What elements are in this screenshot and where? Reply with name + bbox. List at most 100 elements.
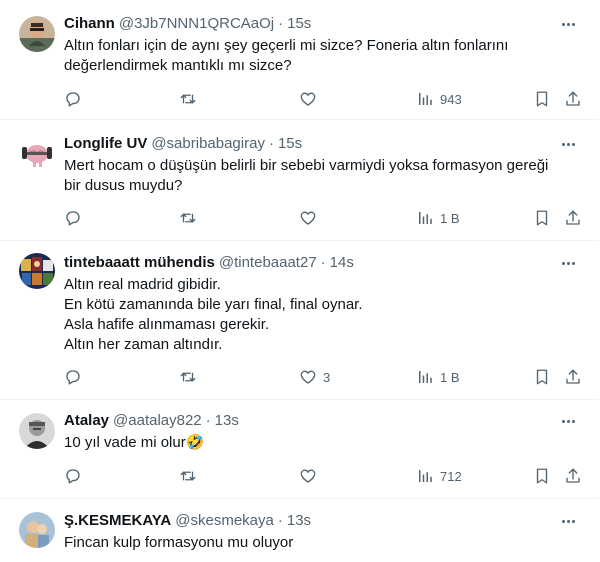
share-icon xyxy=(566,369,580,384)
reply-icon xyxy=(66,211,80,226)
more-icon[interactable] xyxy=(558,411,578,431)
retweet-button[interactable] xyxy=(179,89,197,109)
share-icon xyxy=(566,91,580,106)
timestamp[interactable]: 13s xyxy=(287,512,311,529)
author-name[interactable]: tintebaaatt mühendis xyxy=(64,254,215,271)
share-icon xyxy=(566,468,580,483)
tweet[interactable]: Atalay @aatalay822 · 13s 10 yıl vade mi olu… xyxy=(0,400,598,499)
reply-icon xyxy=(66,92,80,107)
tweet-text: 10 yıl vade mi olur🤣 xyxy=(64,433,568,453)
views-button[interactable]: 712 xyxy=(416,466,462,486)
author-name[interactable]: Longlife UV xyxy=(64,135,147,152)
more-icon[interactable] xyxy=(558,511,578,531)
author-handle[interactable]: @3Jb7NNN1QRCAaOj xyxy=(119,15,274,32)
author-name[interactable]: Cihann xyxy=(64,15,115,32)
like-icon xyxy=(300,92,316,106)
views-button[interactable]: 1 B xyxy=(416,208,460,228)
separator-dot: · xyxy=(320,254,326,271)
tweet-text: Altın fonları için de aynı şey geçerli m… xyxy=(64,36,568,76)
avatar[interactable] xyxy=(19,135,55,171)
more-icon[interactable] xyxy=(558,134,578,154)
tweet-feed: Cihann @3Jb7NNN1QRCAaOj · 15s Altın fonları… xyxy=(0,0,600,562)
like-count: 3 xyxy=(323,369,331,385)
like-button[interactable] xyxy=(299,466,323,486)
retweet-icon xyxy=(180,471,196,481)
more-icon[interactable] xyxy=(558,14,578,34)
avatar[interactable] xyxy=(19,512,55,548)
bookmark-icon xyxy=(536,468,548,484)
tweet-text-line: değerlendirmek mantıklı mı sizce? xyxy=(64,57,292,74)
avatar[interactable] xyxy=(19,413,55,449)
bookmark-button[interactable] xyxy=(533,466,551,486)
reply-icon xyxy=(66,370,80,385)
avatar[interactable] xyxy=(19,16,55,52)
tweet-header: Ş.KESMEKAYA @skesmekaya · 13s xyxy=(64,511,548,531)
tweet[interactable]: Ş.KESMEKAYA @skesmekaya · 13s Fincan kulp f… xyxy=(0,499,598,562)
like-icon xyxy=(300,211,316,225)
separator-dot: · xyxy=(205,412,211,429)
tweet-text-line: En kötü zamanında bile yarı final, final… xyxy=(64,296,363,313)
retweet-icon xyxy=(180,372,196,382)
tweet-text-line: Altın her zaman altındır. xyxy=(64,336,223,353)
tweet-actions: 3 1 B xyxy=(64,367,584,387)
bookmark-icon xyxy=(536,369,548,385)
tweet-text-line: Altın real madrid gibidir. xyxy=(64,276,221,293)
bookmark-icon xyxy=(536,91,548,107)
bookmark-button[interactable] xyxy=(533,89,551,109)
author-name[interactable]: Atalay xyxy=(64,412,109,429)
author-name[interactable]: Ş.KESMEKAYA xyxy=(64,512,171,529)
like-button[interactable] xyxy=(299,208,323,228)
reply-button[interactable] xyxy=(64,89,82,109)
views-icon xyxy=(419,371,432,383)
retweet-button[interactable] xyxy=(179,466,197,486)
like-button[interactable]: 3 xyxy=(299,367,330,387)
tweet-actions: 943 xyxy=(64,89,584,109)
bookmark-button[interactable] xyxy=(533,367,551,387)
share-button[interactable] xyxy=(564,89,582,109)
tweet[interactable]: Cihann @3Jb7NNN1QRCAaOj · 15s Altın fonları… xyxy=(0,0,598,120)
timestamp[interactable]: 13s xyxy=(215,412,239,429)
reply-icon xyxy=(66,469,80,484)
tweet-text: Altın real madrid gibidir. En kötü zaman… xyxy=(64,275,568,355)
reply-button[interactable] xyxy=(64,367,82,387)
tweet-text-line: Mert hocam o düşüşün belirli bir sebebi … xyxy=(64,157,549,174)
tweet-header: Cihann @3Jb7NNN1QRCAaOj · 15s xyxy=(64,14,548,34)
view-count: 943 xyxy=(440,91,462,107)
view-count: 1 B xyxy=(440,210,460,226)
views-icon xyxy=(419,212,432,224)
tweet[interactable]: tintebaaatt mühendis @tintebaaat27 · 14s Al… xyxy=(0,241,598,400)
more-icon[interactable] xyxy=(558,253,578,273)
share-button[interactable] xyxy=(564,466,582,486)
share-button[interactable] xyxy=(564,367,582,387)
author-handle[interactable]: @aatalay822 xyxy=(113,412,202,429)
timestamp[interactable]: 15s xyxy=(287,15,311,32)
separator-dot: · xyxy=(278,15,284,32)
tweet-text-line: Fincan kulp formasyonu mu oluyor xyxy=(64,534,294,551)
retweet-button[interactable] xyxy=(179,208,197,228)
reply-button[interactable] xyxy=(64,208,82,228)
avatar[interactable] xyxy=(19,253,55,289)
tweet-text-line: bir dusus muydu? xyxy=(64,177,183,194)
tweet-actions: 1 B xyxy=(64,208,584,228)
bookmark-icon xyxy=(536,210,548,226)
like-button[interactable] xyxy=(299,89,323,109)
retweet-button[interactable] xyxy=(179,367,197,387)
timestamp[interactable]: 15s xyxy=(278,135,302,152)
timestamp[interactable]: 14s xyxy=(330,254,354,271)
author-handle[interactable]: @tintebaaat27 xyxy=(219,254,317,271)
tweet-text-line: 10 yıl vade mi olur🤣 xyxy=(64,434,205,451)
tweet-text: Fincan kulp formasyonu mu oluyor xyxy=(64,533,568,553)
author-handle[interactable]: @sabribabagiray xyxy=(151,135,265,152)
retweet-icon xyxy=(180,94,196,104)
tweet-text-line: Altın fonları için de aynı şey geçerli m… xyxy=(64,37,509,54)
tweet[interactable]: Longlife UV @sabribabagiray · 15s Mert hoca… xyxy=(0,121,598,241)
views-button[interactable]: 943 xyxy=(416,89,462,109)
separator-dot: · xyxy=(277,512,283,529)
views-icon xyxy=(419,93,432,105)
share-button[interactable] xyxy=(564,208,582,228)
reply-button[interactable] xyxy=(64,466,82,486)
bookmark-button[interactable] xyxy=(533,208,551,228)
author-handle[interactable]: @skesmekaya xyxy=(175,512,274,529)
tweet-text-line: Asla hafife alınmaması gerekir. xyxy=(64,316,270,333)
views-button[interactable]: 1 B xyxy=(416,367,460,387)
